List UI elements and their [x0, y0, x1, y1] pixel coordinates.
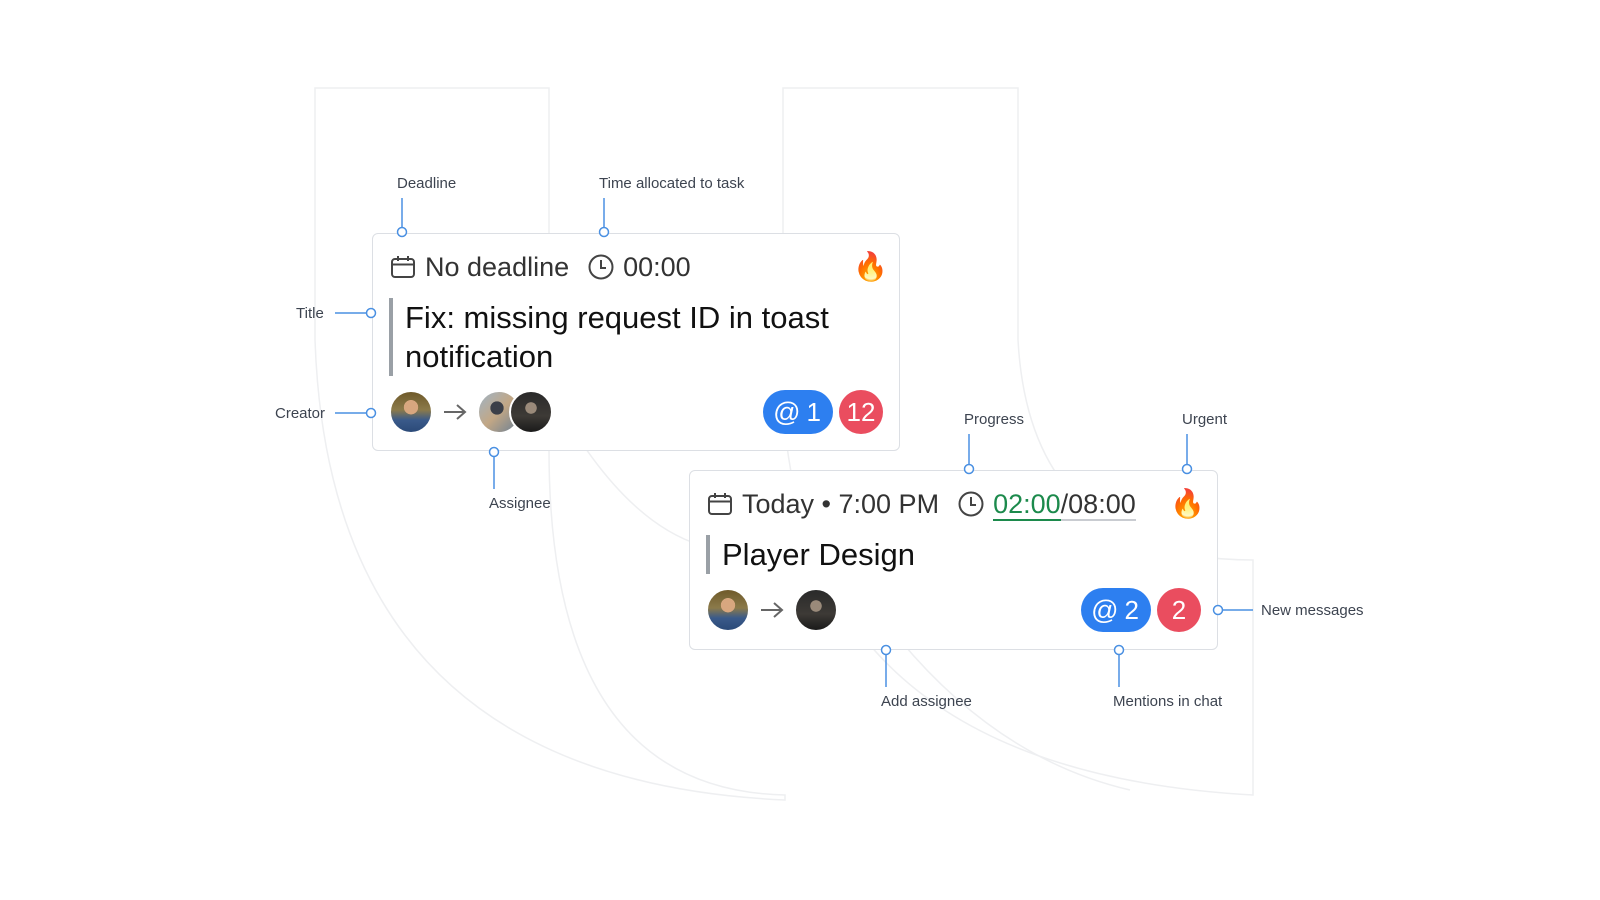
card-header: Today • 7:00 PM 02:00/08:00 — [706, 487, 1136, 521]
task-title[interactable]: Player Design — [706, 535, 1182, 574]
annotation-time-allocated: Time allocated to task — [599, 175, 745, 192]
badges: @ 1 12 — [763, 390, 883, 434]
task-card-2[interactable]: Today • 7:00 PM 02:00/08:00 🔥 Player Des… — [689, 470, 1218, 650]
annotation-add-assignee: Add assignee — [881, 693, 972, 710]
messages-count: 12 — [846, 396, 876, 427]
assignee-avatar-2[interactable] — [509, 390, 553, 434]
mentions-count: 1 — [806, 396, 821, 427]
arrow-right-icon — [761, 602, 784, 618]
assignee-avatar[interactable] — [794, 588, 838, 632]
fire-icon[interactable]: 🔥 — [853, 250, 888, 284]
annotation-title: Title — [296, 305, 324, 322]
mentions-badge[interactable]: @ 2 — [1081, 588, 1151, 632]
task-card-1[interactable]: No deadline 00:00 🔥 Fix: missing request… — [372, 233, 900, 451]
at-icon: @ — [1091, 594, 1119, 625]
progress-done: 02:00 — [993, 489, 1061, 521]
task-title-line-1: Player Design — [722, 537, 915, 572]
card-header: No deadline 00:00 — [389, 250, 691, 284]
badges: @ 2 2 — [1081, 588, 1201, 632]
task-title-line-2: notification — [405, 339, 554, 374]
task-title-line-1: Fix: missing request ID in toast — [405, 300, 829, 335]
deadline-text[interactable]: No deadline — [425, 250, 569, 284]
annotation-assignee: Assignee — [489, 495, 551, 512]
calendar-icon — [391, 256, 415, 278]
calendar-icon — [708, 493, 732, 515]
people-row — [389, 390, 553, 434]
mentions-badge[interactable]: @ 1 — [763, 390, 833, 434]
annotation-progress: Progress — [964, 411, 1025, 428]
mentions-count: 2 — [1124, 594, 1139, 625]
messages-count: 2 — [1171, 594, 1187, 625]
task-title[interactable]: Fix: missing request ID in toast notific… — [389, 298, 865, 376]
people-row — [706, 588, 838, 632]
deadline-text[interactable]: Today • 7:00 PM — [742, 487, 939, 521]
annotation-deadline: Deadline — [397, 175, 457, 192]
clock-icon — [958, 491, 984, 517]
fire-icon[interactable]: 🔥 — [1170, 487, 1205, 521]
at-icon: @ — [773, 396, 801, 427]
arrow-right-icon — [444, 404, 467, 420]
annotation-creator: Creator — [275, 405, 326, 422]
creator-avatar[interactable] — [389, 390, 433, 434]
new-messages-badge[interactable]: 2 — [1157, 588, 1201, 632]
progress-text[interactable]: 02:00/08:00 — [993, 487, 1136, 521]
clock-icon — [588, 254, 614, 280]
creator-avatar[interactable] — [706, 588, 750, 632]
time-allocated-text[interactable]: 00:00 — [623, 250, 691, 284]
progress-total: 08:00 — [1068, 489, 1136, 521]
new-messages-badge[interactable]: 12 — [839, 390, 883, 434]
annotation-mentions-in-chat: Mentions in chat — [1113, 693, 1223, 710]
annotation-urgent: Urgent — [1182, 411, 1228, 428]
annotation-new-messages: New messages — [1261, 602, 1364, 619]
